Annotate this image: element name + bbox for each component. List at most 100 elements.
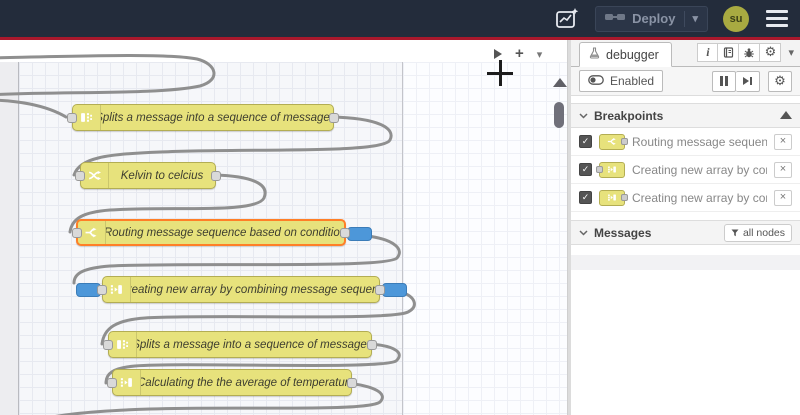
breakpoint-row[interactable]: ✓ Routing message sequence based on cond… bbox=[571, 128, 800, 156]
header-actions: Deploy ▾ su bbox=[554, 0, 790, 37]
breakpoint-checkbox[interactable]: ✓ bbox=[579, 163, 592, 176]
output-port[interactable] bbox=[329, 113, 339, 123]
breakpoint-row[interactable]: ✓ Creating new array by combining messag… bbox=[571, 156, 800, 184]
remove-breakpoint-button[interactable]: × bbox=[774, 161, 792, 178]
output-port[interactable] bbox=[340, 228, 350, 238]
deploy-caret-icon[interactable]: ▾ bbox=[692, 12, 698, 25]
step-icon[interactable] bbox=[494, 49, 502, 59]
enabled-label: Enabled bbox=[610, 74, 655, 88]
node-switch-routing[interactable]: Routing message sequence based on condit… bbox=[72, 219, 372, 246]
toggle-icon bbox=[588, 74, 604, 88]
deploy-node-icon bbox=[605, 11, 626, 26]
breakpoint-marker[interactable] bbox=[382, 283, 407, 297]
debugger-toolbar: Enabled ⚙ bbox=[571, 67, 800, 96]
join-icon bbox=[103, 277, 131, 302]
playback-controls bbox=[712, 70, 760, 92]
deploy-button[interactable]: Deploy ▾ bbox=[595, 5, 708, 32]
funnel-icon bbox=[731, 229, 739, 236]
chevron-down-icon bbox=[579, 112, 588, 119]
switch-icon bbox=[78, 221, 106, 244]
input-port[interactable] bbox=[97, 285, 107, 295]
export-flow-icon[interactable] bbox=[554, 6, 580, 32]
remove-breakpoint-button[interactable]: × bbox=[774, 189, 792, 206]
change-icon bbox=[81, 163, 109, 188]
breakpoint-checkbox[interactable]: ✓ bbox=[579, 135, 592, 148]
breakpoint-label: Creating new array by combining message … bbox=[632, 162, 767, 177]
node-split-1[interactable]: Splits a message into a sequence of mess… bbox=[67, 104, 339, 131]
node-split-2[interactable]: Splits a message into a sequence of mess… bbox=[103, 331, 377, 358]
enabled-toggle-button[interactable]: Enabled bbox=[579, 70, 664, 92]
breakpoint-checkbox[interactable]: ✓ bbox=[579, 191, 592, 204]
breakpoint-label: Creating new array by combining message … bbox=[632, 190, 767, 205]
bug-icon[interactable] bbox=[739, 43, 761, 62]
input-port[interactable] bbox=[67, 113, 77, 123]
chevron-down-icon[interactable]: ▾ bbox=[537, 48, 543, 61]
join-node-mini-icon bbox=[599, 189, 628, 206]
message-filter-button[interactable]: all nodes bbox=[723, 223, 792, 242]
output-port[interactable] bbox=[211, 171, 221, 181]
flow-canvas[interactable]: + ▾ Splits a message into a sequence of … bbox=[0, 40, 568, 415]
breakpoint-marker[interactable] bbox=[347, 227, 372, 241]
input-port bbox=[596, 166, 603, 173]
book-icon[interactable] bbox=[718, 43, 740, 62]
flask-icon bbox=[589, 47, 600, 62]
remove-breakpoint-button[interactable]: × bbox=[774, 133, 792, 150]
sidebar-tabbar: debugger i ⚙ ▾ bbox=[571, 40, 800, 67]
switch-node-mini-icon bbox=[599, 133, 628, 150]
chevron-down-icon bbox=[579, 229, 588, 236]
node-label: Kelvin to celcius bbox=[120, 169, 204, 182]
split-icon bbox=[73, 105, 101, 130]
messages-section-header[interactable]: Messages all nodes bbox=[571, 220, 800, 245]
input-port[interactable] bbox=[107, 378, 117, 388]
settings-button[interactable]: ⚙ bbox=[768, 70, 792, 92]
join-node-mini-icon bbox=[596, 161, 625, 178]
output-port[interactable] bbox=[375, 285, 385, 295]
node-label: Calculating the the average of temperatu… bbox=[141, 376, 351, 389]
section-title: Breakpoints bbox=[594, 108, 664, 123]
breakpoints-section-header[interactable]: Breakpoints bbox=[571, 103, 800, 128]
output-port bbox=[621, 194, 628, 201]
scroll-up-icon[interactable] bbox=[780, 111, 792, 119]
output-port[interactable] bbox=[347, 378, 357, 388]
node-label: Routing message sequence based on condit… bbox=[106, 226, 344, 239]
deploy-divider bbox=[684, 10, 686, 27]
sidebar: debugger i ⚙ ▾ Enabled ⚙ Breakpoints ✓ R… bbox=[571, 40, 800, 415]
sidebar-tab-icons: i ⚙ ▾ bbox=[697, 43, 794, 62]
output-port[interactable] bbox=[367, 340, 377, 350]
node-join-array[interactable]: Creating new array by combining message … bbox=[76, 276, 407, 303]
info-icon[interactable]: i bbox=[697, 43, 719, 62]
header-bar: Deploy ▾ su bbox=[0, 0, 800, 37]
tab-label: debugger bbox=[606, 47, 659, 62]
node-join-average[interactable]: Calculating the the average of temperatu… bbox=[107, 369, 357, 396]
deploy-label: Deploy bbox=[632, 11, 676, 26]
input-port[interactable] bbox=[103, 340, 113, 350]
output-port bbox=[621, 138, 628, 145]
join-icon bbox=[113, 370, 141, 395]
tab-debugger[interactable]: debugger bbox=[579, 42, 672, 67]
node-label: Creating new array by combining message … bbox=[131, 283, 379, 296]
plus-icon[interactable]: + bbox=[515, 46, 524, 61]
node-label: Splits a message into a sequence of mess… bbox=[137, 338, 371, 351]
input-port[interactable] bbox=[72, 228, 82, 238]
section-title: Messages bbox=[594, 225, 652, 240]
split-icon bbox=[109, 332, 137, 357]
pause-button[interactable] bbox=[712, 70, 736, 92]
chevron-down-icon[interactable]: ▾ bbox=[788, 46, 794, 59]
canvas-scroll-up-icon[interactable] bbox=[553, 78, 567, 87]
canvas-scrollbar-thumb[interactable] bbox=[554, 102, 564, 128]
input-port[interactable] bbox=[75, 171, 85, 181]
filter-label: all nodes bbox=[742, 226, 785, 239]
menu-icon[interactable] bbox=[764, 6, 790, 32]
breakpoint-row[interactable]: ✓ Creating new array by combining messag… bbox=[571, 184, 800, 212]
node-change-kelvin[interactable]: Kelvin to celcius bbox=[75, 162, 221, 189]
message-list bbox=[571, 245, 800, 255]
message-list-stripe bbox=[571, 255, 800, 270]
breakpoint-label: Routing message sequence based on condit… bbox=[632, 134, 767, 149]
node-red-app: Deploy ▾ su + ▾ Splits a message into a … bbox=[0, 0, 800, 415]
gear-icon[interactable]: ⚙ bbox=[760, 43, 782, 62]
node-label: Splits a message into a sequence of mess… bbox=[101, 111, 333, 124]
step-next-button[interactable] bbox=[736, 70, 760, 92]
user-avatar[interactable]: su bbox=[723, 5, 749, 32]
crosshair-cursor bbox=[487, 60, 513, 86]
deploy-status-line bbox=[0, 37, 800, 40]
